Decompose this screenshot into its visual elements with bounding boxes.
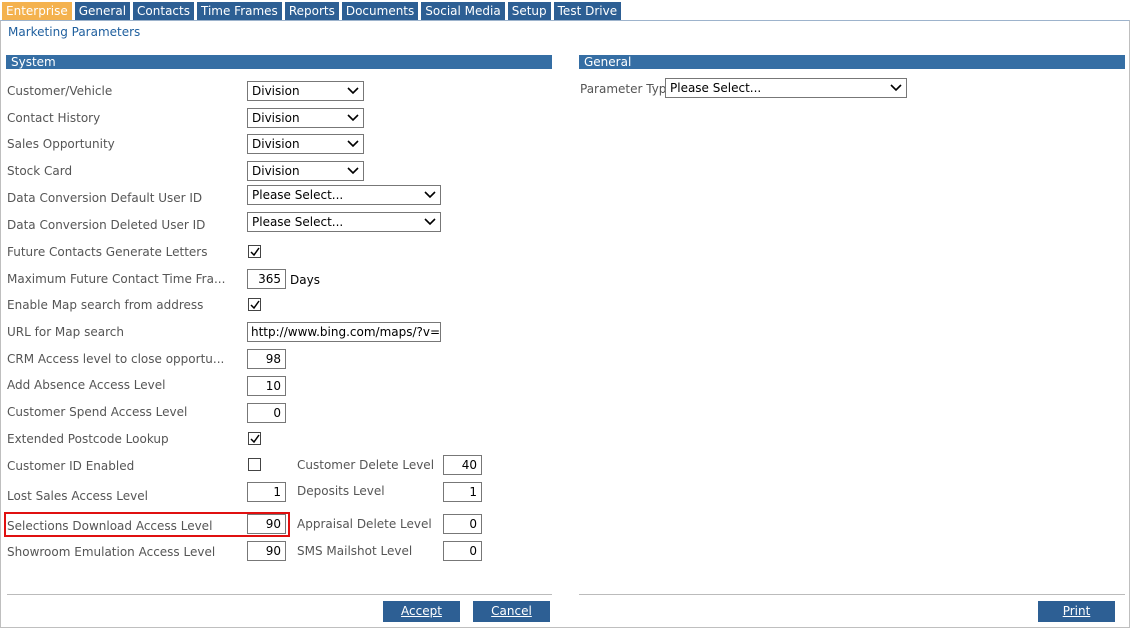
checkmark-icon bbox=[250, 300, 260, 310]
crm-close-level-input[interactable]: 98 bbox=[247, 349, 286, 369]
customer-id-enabled-label: Customer ID Enabled bbox=[7, 459, 135, 473]
accept-button-label: Accept bbox=[401, 604, 442, 618]
chevron-down-icon bbox=[424, 218, 436, 226]
appraisal-delete-level-label: Appraisal Delete Level bbox=[297, 517, 432, 531]
add-absence-level-input[interactable]: 10 bbox=[247, 376, 286, 396]
sms-mailshot-level-input[interactable]: 0 bbox=[443, 541, 482, 561]
dc-default-user-select[interactable]: Please Select... bbox=[247, 185, 441, 205]
extended-postcode-checkbox[interactable] bbox=[248, 432, 261, 445]
customer-vehicle-select[interactable]: Division bbox=[247, 81, 364, 101]
selections-download-level-input[interactable]: 90 bbox=[247, 514, 286, 534]
sales-opportunity-value: Division bbox=[252, 137, 300, 151]
parameter-type-label: Parameter Type bbox=[580, 82, 674, 96]
map-url-input[interactable]: http://www.bing.com/maps/?v=2&w bbox=[247, 322, 441, 342]
print-button-label: Print bbox=[1062, 604, 1091, 618]
future-contacts-letters-checkbox[interactable] bbox=[248, 245, 261, 258]
future-contacts-letters-label: Future Contacts Generate Letters bbox=[7, 245, 208, 259]
stock-card-label: Stock Card bbox=[7, 164, 73, 178]
chevron-down-icon bbox=[347, 87, 359, 95]
stock-card-value: Division bbox=[252, 164, 300, 178]
general-footer-divider bbox=[579, 594, 1125, 595]
tab-enterprise[interactable]: Enterprise bbox=[2, 2, 72, 21]
customer-vehicle-value: Division bbox=[252, 84, 300, 98]
customer-delete-level-label: Customer Delete Level bbox=[297, 458, 435, 472]
parameter-type-value: Please Select... bbox=[670, 81, 762, 95]
tab-documents[interactable]: Documents bbox=[341, 2, 419, 21]
customer-id-enabled-checkbox[interactable] bbox=[248, 458, 261, 471]
dc-default-user-label: Data Conversion Default User ID bbox=[7, 191, 203, 205]
chevron-down-icon bbox=[347, 114, 359, 122]
tab-general[interactable]: General bbox=[74, 2, 131, 21]
showroom-emulation-level-label: Showroom Emulation Access Level bbox=[7, 545, 216, 559]
map-url-label: URL for Map search bbox=[7, 325, 124, 339]
tab-contacts[interactable]: Contacts bbox=[133, 2, 194, 21]
parameter-type-select[interactable]: Please Select... bbox=[665, 78, 907, 98]
accept-button[interactable]: Accept bbox=[383, 601, 460, 622]
sales-opportunity-label: Sales Opportunity bbox=[7, 137, 115, 151]
selections-download-level-label: Selections Download Access Level bbox=[7, 519, 213, 533]
checkmark-icon bbox=[250, 434, 260, 444]
page-title: Marketing Parameters bbox=[8, 25, 141, 39]
lost-sales-level-label: Lost Sales Access Level bbox=[7, 489, 148, 503]
deposits-level-label: Deposits Level bbox=[297, 484, 385, 498]
dc-deleted-user-value: Please Select... bbox=[252, 215, 344, 229]
tab-bar: Enterprise General Contacts Time Frames … bbox=[2, 2, 624, 21]
sales-opportunity-select[interactable]: Division bbox=[247, 134, 364, 154]
system-footer-divider bbox=[7, 594, 552, 595]
dc-deleted-user-select[interactable]: Please Select... bbox=[247, 212, 441, 232]
crm-close-level-label: CRM Access level to close opportu... bbox=[7, 352, 225, 366]
dc-default-user-value: Please Select... bbox=[252, 188, 344, 202]
contact-history-label: Contact History bbox=[7, 111, 101, 125]
dc-deleted-user-label: Data Conversion Deleted User ID bbox=[7, 218, 206, 232]
sms-mailshot-level-label: SMS Mailshot Level bbox=[297, 544, 413, 558]
contact-history-value: Division bbox=[252, 111, 300, 125]
enable-map-search-label: Enable Map search from address bbox=[7, 298, 204, 312]
tab-test-drive[interactable]: Test Drive bbox=[553, 2, 622, 21]
add-absence-level-label: Add Absence Access Level bbox=[7, 378, 166, 392]
customer-spend-level-label: Customer Spend Access Level bbox=[7, 405, 188, 419]
max-future-contact-input[interactable]: 365 bbox=[247, 269, 286, 289]
tab-reports[interactable]: Reports bbox=[284, 2, 339, 21]
customer-spend-level-input[interactable]: 0 bbox=[247, 403, 286, 423]
tab-time-frames[interactable]: Time Frames bbox=[196, 2, 282, 21]
lost-sales-level-input[interactable]: 1 bbox=[247, 482, 286, 502]
showroom-emulation-level-input[interactable]: 90 bbox=[247, 541, 286, 561]
cancel-button-label: Cancel bbox=[491, 604, 532, 618]
days-unit-label: Days bbox=[290, 273, 320, 287]
system-section-header: System bbox=[6, 55, 552, 69]
deposits-level-input[interactable]: 1 bbox=[443, 482, 482, 502]
customer-vehicle-label: Customer/Vehicle bbox=[7, 84, 113, 98]
customer-delete-level-input[interactable]: 40 bbox=[443, 455, 482, 475]
max-future-contact-label: Maximum Future Contact Time Fra... bbox=[7, 272, 226, 286]
chevron-down-icon bbox=[890, 84, 902, 92]
appraisal-delete-level-input[interactable]: 0 bbox=[443, 514, 482, 534]
tab-setup[interactable]: Setup bbox=[507, 2, 551, 21]
chevron-down-icon bbox=[347, 140, 359, 148]
chevron-down-icon bbox=[347, 167, 359, 175]
stock-card-select[interactable]: Division bbox=[247, 161, 364, 181]
tab-social-media[interactable]: Social Media bbox=[421, 2, 505, 21]
print-button[interactable]: Print bbox=[1038, 601, 1115, 622]
extended-postcode-label: Extended Postcode Lookup bbox=[7, 432, 169, 446]
chevron-down-icon bbox=[424, 191, 436, 199]
checkmark-icon bbox=[250, 247, 260, 257]
enable-map-search-checkbox[interactable] bbox=[248, 298, 261, 311]
cancel-button[interactable]: Cancel bbox=[473, 601, 550, 622]
general-section-header: General bbox=[579, 55, 1125, 69]
contact-history-select[interactable]: Division bbox=[247, 108, 364, 128]
